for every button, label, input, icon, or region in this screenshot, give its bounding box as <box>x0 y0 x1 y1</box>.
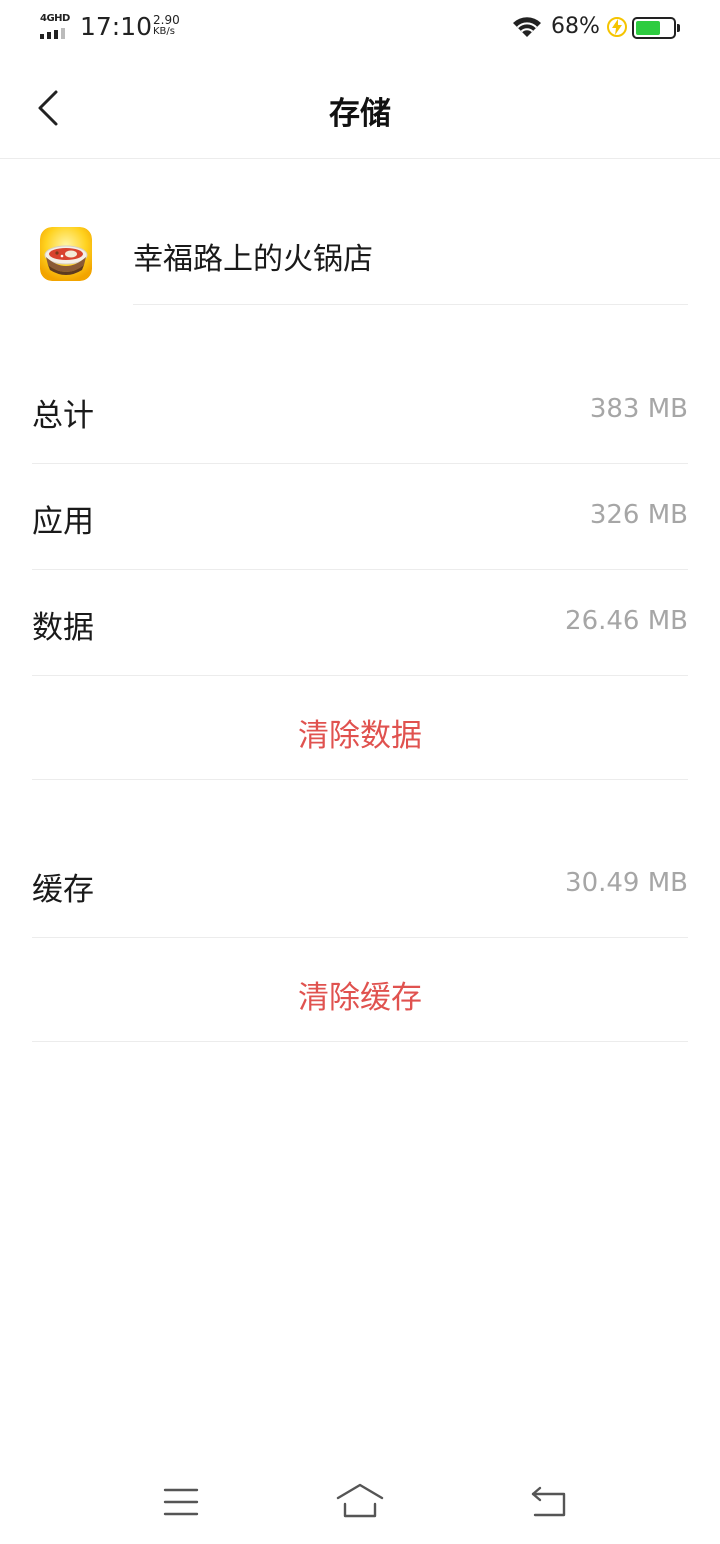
menu-icon[interactable] <box>162 1486 200 1518</box>
navigation-bar <box>0 1462 720 1544</box>
network-speed-unit: KB/s <box>153 26 175 37</box>
cellular-signal-icon: 4GHD <box>40 13 72 39</box>
network-speed-value: 2.90 <box>153 13 180 27</box>
clear-data-button[interactable]: 清除数据 <box>32 676 688 780</box>
storage-row-data: 数据 26.46 MB <box>32 570 688 676</box>
battery-percent: 68% <box>551 14 600 39</box>
storage-row-label: 应用 <box>32 504 94 540</box>
storage-row-total: 总计 383 MB <box>32 358 688 464</box>
battery-level <box>636 21 660 35</box>
app-info: 幸福路上的火锅店 <box>0 200 720 306</box>
storage-row-app: 应用 326 MB <box>32 464 688 570</box>
storage-row-value: 326 MB <box>589 500 688 530</box>
battery-icon <box>632 17 676 39</box>
storage-row-value: 30.49 MB <box>565 868 688 898</box>
status-bar: 4GHD 17:10 2.90 KB/s 68% <box>0 0 720 58</box>
clear-cache-button[interactable]: 清除缓存 <box>32 938 688 1042</box>
page-title: 存储 <box>329 96 391 132</box>
storage-row-label: 缓存 <box>32 872 94 908</box>
home-icon[interactable] <box>336 1482 384 1522</box>
clear-cache-label: 清除缓存 <box>298 980 422 1016</box>
charging-bolt-icon <box>607 17 627 37</box>
clock: 17:10 <box>80 12 153 41</box>
storage-row-value: 383 MB <box>589 394 688 424</box>
app-header: 存储 <box>0 58 720 159</box>
storage-row-cache: 缓存 30.49 MB <box>32 832 688 938</box>
storage-row-label: 总计 <box>32 398 94 434</box>
network-speed: 2.90 KB/s <box>153 14 180 38</box>
network-type: 4GHD <box>40 13 70 24</box>
storage-row-value: 26.46 MB <box>565 606 688 636</box>
screen: 4GHD 17:10 2.90 KB/s 68% 存储 幸福路上的火锅店 总计 … <box>0 0 720 1544</box>
wifi-icon <box>513 17 541 37</box>
storage-row-label: 数据 <box>32 610 94 646</box>
app-name: 幸福路上的火锅店 <box>133 242 373 277</box>
clear-data-label: 清除数据 <box>298 718 422 754</box>
hotpot-app-icon <box>40 227 92 281</box>
back-icon[interactable] <box>530 1484 568 1520</box>
